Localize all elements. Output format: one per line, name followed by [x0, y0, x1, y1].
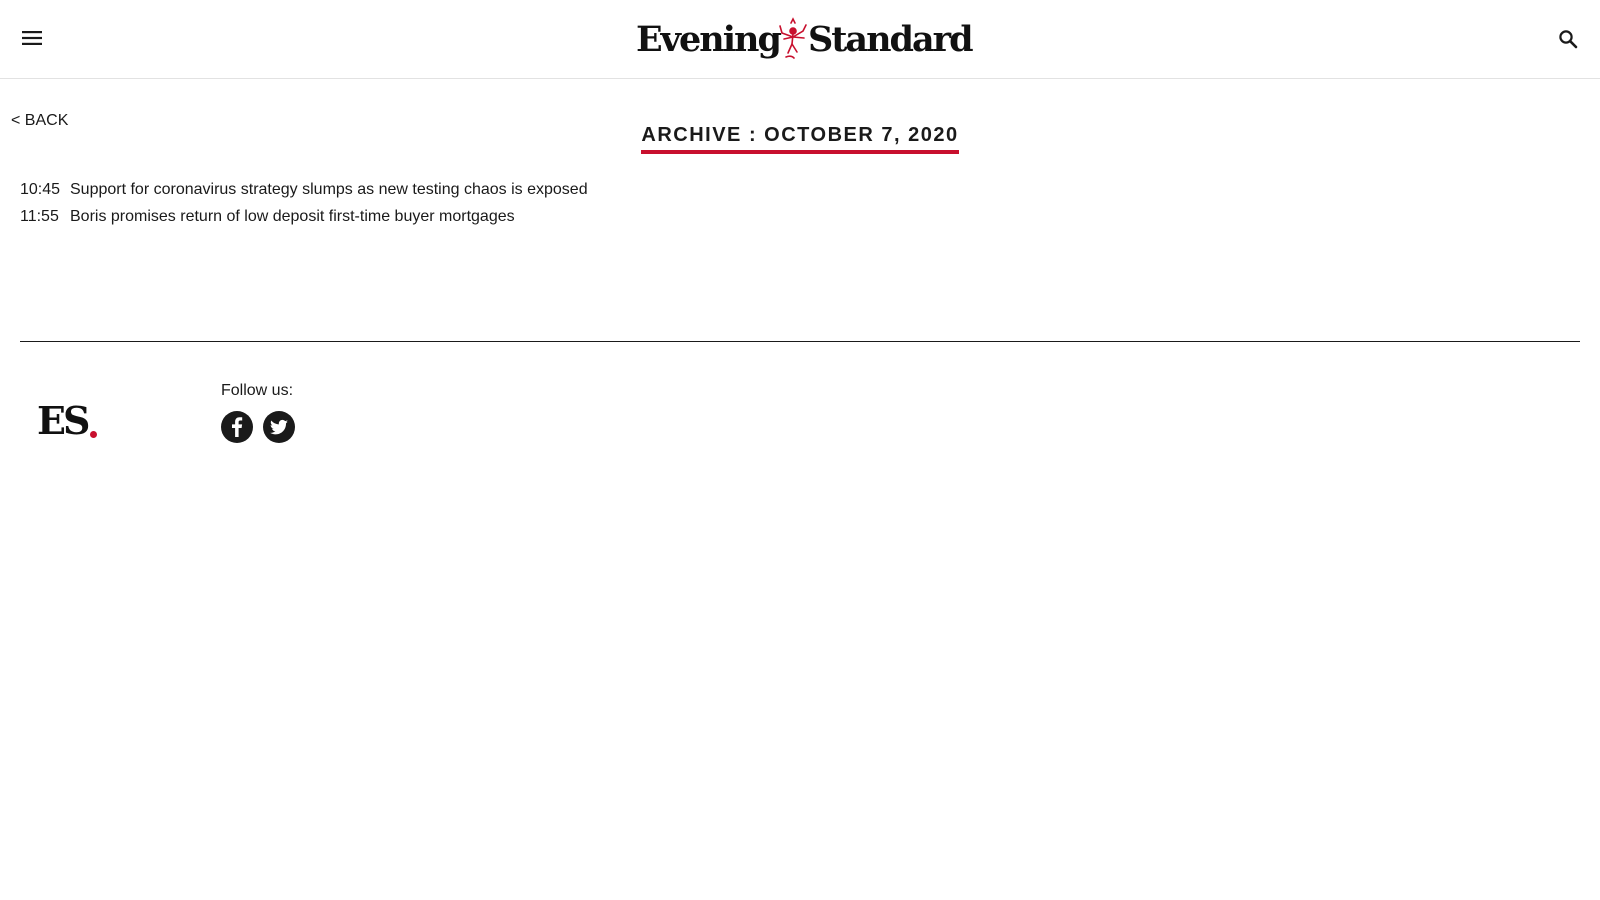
cherub-icon [779, 17, 807, 59]
search-button[interactable] [1554, 25, 1582, 53]
article-headline-link[interactable]: Boris promises return of low deposit fir… [70, 208, 515, 226]
twitter-icon [269, 419, 288, 435]
twitter-link[interactable] [263, 411, 295, 443]
article-time: 10:45 [20, 181, 61, 198]
logo-word-evening: Evening [636, 18, 782, 60]
footer-logo-text: ES [37, 398, 90, 443]
article-time: 11:55 [20, 208, 59, 225]
list-item: 11:55 Boris promises return of low depos… [20, 208, 588, 235]
archive-heading: ARCHIVE : OCTOBER 7, 2020 [0, 112, 1600, 154]
magnifier-search-icon [1559, 30, 1578, 49]
footer-divider [20, 341, 1580, 342]
facebook-link[interactable] [221, 411, 253, 443]
hamburger-menu-icon [22, 31, 42, 45]
site-header: Evening Standard [0, 0, 1600, 79]
follow-us-label: Follow us: [221, 382, 294, 399]
site-logo[interactable]: Evening Standard [636, 14, 974, 64]
footer-logo[interactable]: ES [37, 398, 98, 443]
footer-logo-dot [90, 431, 98, 438]
article-headline-link[interactable]: Support for coronavirus strategy slumps … [70, 181, 588, 199]
archive-title: ARCHIVE : OCTOBER 7, 2020 [641, 124, 959, 154]
article-list: 10:45 Support for coronavirus strategy s… [20, 181, 588, 235]
menu-button[interactable] [18, 24, 46, 52]
logo-word-standard: Standard [807, 18, 974, 60]
list-item: 10:45 Support for coronavirus strategy s… [20, 181, 588, 208]
facebook-icon [232, 417, 243, 437]
